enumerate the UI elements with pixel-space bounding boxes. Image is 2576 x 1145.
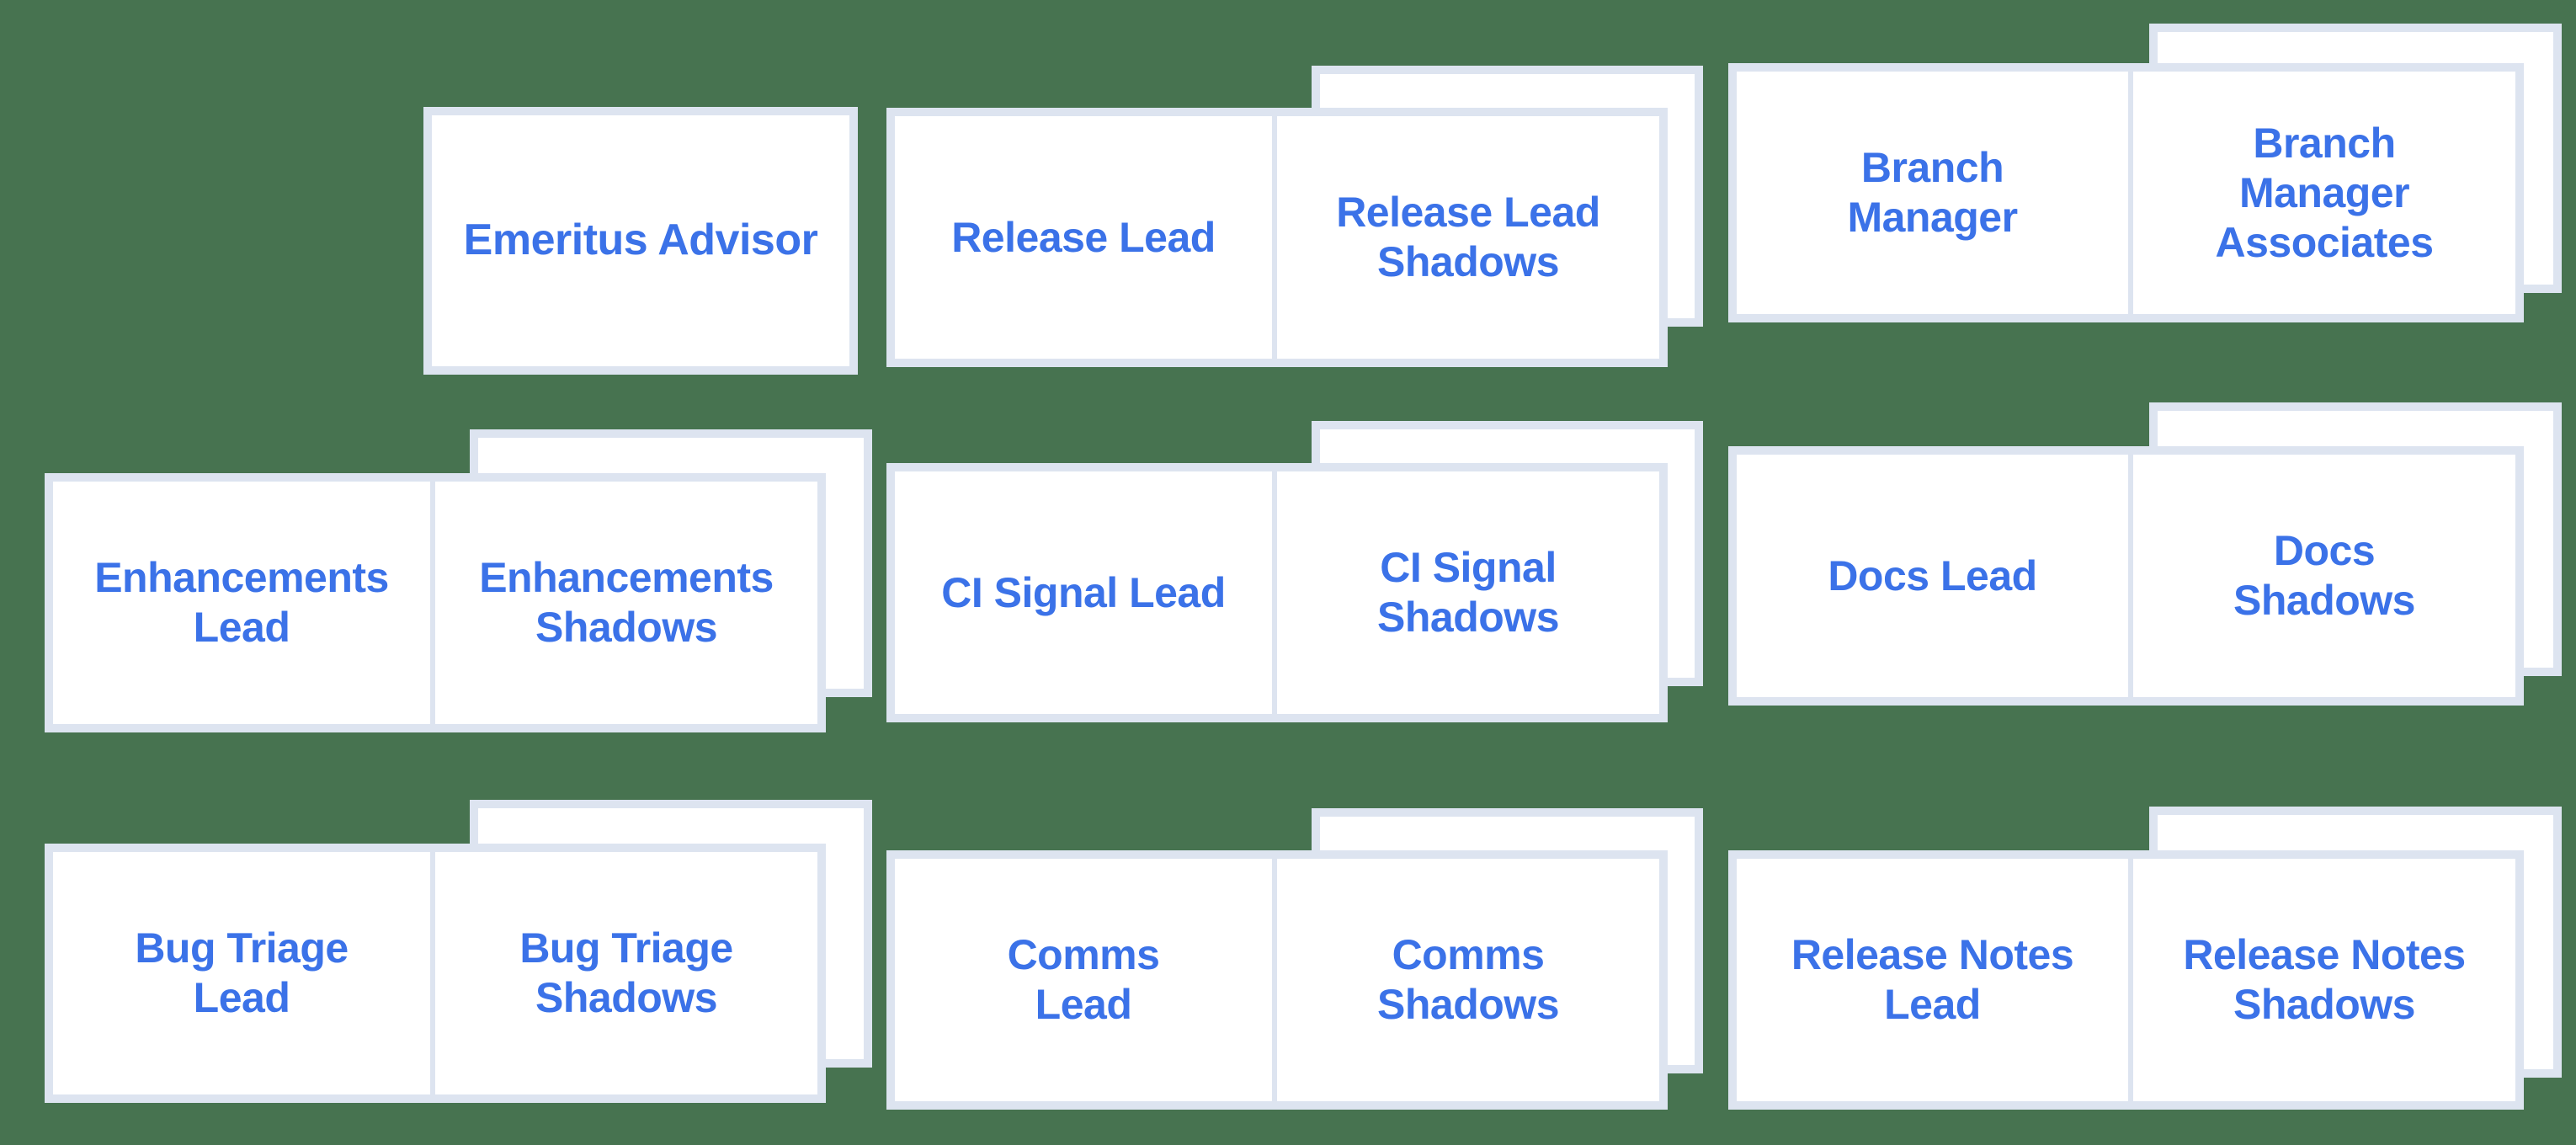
label-ci-signal-shadows: CI Signal Shadows <box>1377 544 1559 641</box>
label-bug-triage-shadows: Bug Triage Shadows <box>519 924 733 1021</box>
cell-release-notes-lead[interactable]: Release Notes Lead <box>1737 859 2128 1101</box>
card-branch-manager-front[interactable]: Branch Manager Branch Manager Associates <box>1728 63 2524 322</box>
cell-bug-triage-shadows[interactable]: Bug Triage Shadows <box>430 852 817 1094</box>
group-release-notes-lead: Release Notes Lead Release Notes Shadows <box>1728 807 2570 1135</box>
cell-release-lead-shadows[interactable]: Release Lead Shadows <box>1272 116 1659 359</box>
label-bug-triage-lead: Bug Triage Lead <box>135 924 349 1021</box>
card-release-notes-front[interactable]: Release Notes Lead Release Notes Shadows <box>1728 850 2524 1110</box>
label-enhancements-lead: Enhancements Lead <box>94 554 389 651</box>
card-bug-triage-front[interactable]: Bug Triage Lead Bug Triage Shadows <box>45 844 826 1103</box>
group-bug-triage-lead: Bug Triage Lead Bug Triage Shadows <box>45 800 886 1128</box>
label-branch-manager-associates: Branch Manager Associates <box>2215 119 2434 266</box>
label-emeritus-advisor: Emeritus Advisor <box>463 216 818 265</box>
label-release-lead-shadows: Release Lead Shadows <box>1336 189 1600 285</box>
cell-emeritus-advisor-lead[interactable]: Emeritus Advisor <box>432 115 849 366</box>
card-enhancements-front[interactable]: Enhancements Lead Enhancements Shadows <box>45 473 826 732</box>
board-canvas: Emeritus Advisor Release Lead Release Le… <box>0 0 2576 1145</box>
group-docs-lead: Docs Lead Docs Shadows <box>1728 402 2570 739</box>
cell-comms-lead[interactable]: Comms Lead <box>895 859 1273 1101</box>
cell-branch-manager[interactable]: Branch Manager <box>1737 72 2128 314</box>
label-release-lead: Release Lead <box>951 213 1216 261</box>
cell-ci-signal-lead[interactable]: CI Signal Lead <box>895 471 1273 714</box>
label-release-notes-shadows: Release Notes Shadows <box>2183 931 2466 1028</box>
label-release-notes-lead: Release Notes Lead <box>1791 931 2074 1028</box>
label-ci-signal-lead: CI Signal Lead <box>941 568 1226 616</box>
label-enhancements-shadows: Enhancements Shadows <box>479 554 774 651</box>
card-emeritus-advisor[interactable]: Emeritus Advisor <box>423 107 858 375</box>
cell-ci-signal-shadows[interactable]: CI Signal Shadows <box>1272 471 1659 714</box>
card-ci-signal-front[interactable]: CI Signal Lead CI Signal Shadows <box>886 463 1668 722</box>
label-docs-shadows: Docs Shadows <box>2233 527 2415 624</box>
label-comms-lead: Comms Lead <box>1007 931 1160 1028</box>
group-enhancements-lead: Enhancements Lead Enhancements Shadows <box>45 429 886 754</box>
cell-docs-lead[interactable]: Docs Lead <box>1737 455 2128 697</box>
cell-comms-shadows[interactable]: Comms Shadows <box>1272 859 1659 1101</box>
cell-release-lead[interactable]: Release Lead <box>895 116 1273 359</box>
cell-enhancements-lead[interactable]: Enhancements Lead <box>53 482 431 724</box>
cell-bug-triage-lead[interactable]: Bug Triage Lead <box>53 852 431 1094</box>
card-docs-front[interactable]: Docs Lead Docs Shadows <box>1728 446 2524 706</box>
label-comms-shadows: Comms Shadows <box>1377 931 1559 1028</box>
group-ci-signal-lead: CI Signal Lead CI Signal Shadows <box>886 421 1703 749</box>
card-comms-front[interactable]: Comms Lead Comms Shadows <box>886 850 1668 1110</box>
label-docs-lead: Docs Lead <box>1828 551 2037 599</box>
cell-enhancements-shadows[interactable]: Enhancements Shadows <box>430 482 817 724</box>
label-branch-manager: Branch Manager <box>1847 144 2018 241</box>
cell-release-notes-shadows[interactable]: Release Notes Shadows <box>2128 859 2515 1101</box>
group-branch-manager: Branch Manager Branch Manager Associates <box>1728 24 2570 344</box>
cell-docs-shadows[interactable]: Docs Shadows <box>2128 455 2515 697</box>
group-comms-lead: Comms Lead Comms Shadows <box>886 808 1703 1137</box>
card-release-lead-front[interactable]: Release Lead Release Lead Shadows <box>886 108 1668 367</box>
cell-branch-manager-associates[interactable]: Branch Manager Associates <box>2128 72 2515 314</box>
group-release-lead: Release Lead Release Lead Shadows <box>886 66 1703 369</box>
group-emeritus-advisor: Emeritus Advisor <box>423 107 858 375</box>
